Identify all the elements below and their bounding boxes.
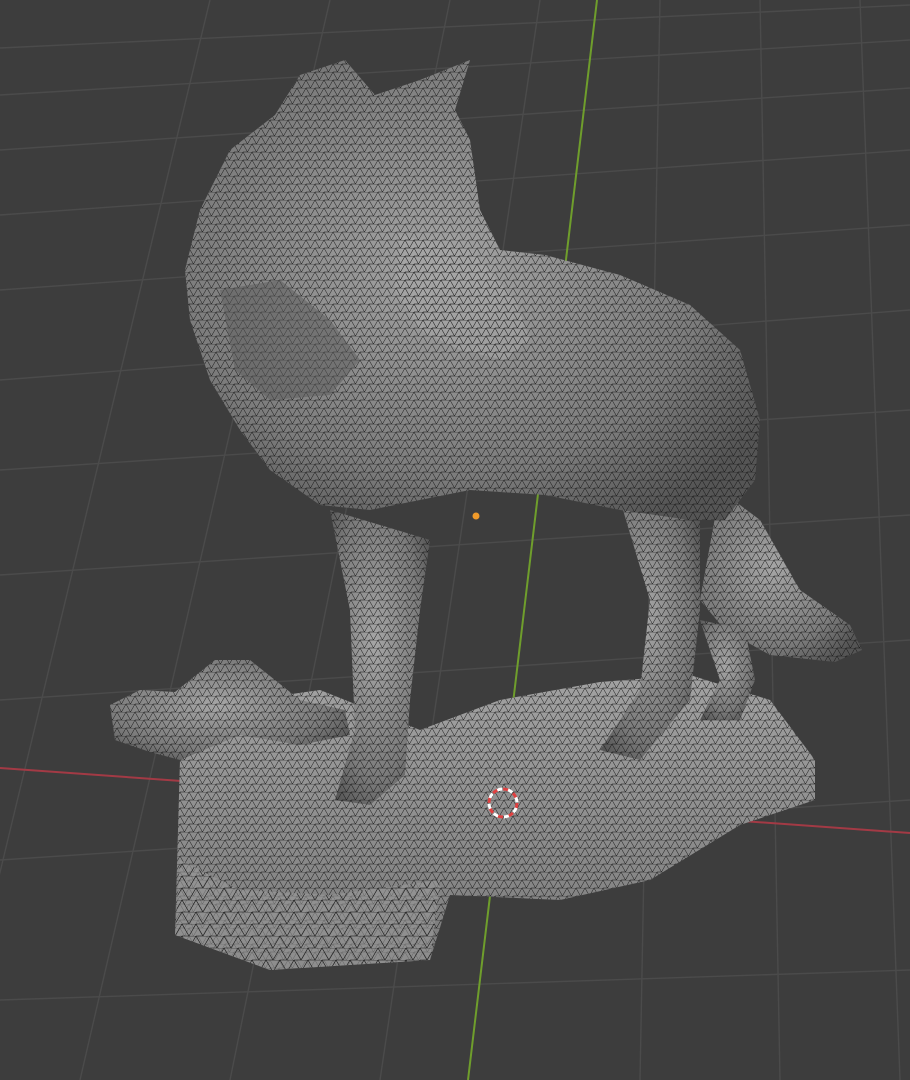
object-origin-marker[interactable] [472, 512, 480, 520]
3d-viewport[interactable] [0, 0, 910, 1080]
